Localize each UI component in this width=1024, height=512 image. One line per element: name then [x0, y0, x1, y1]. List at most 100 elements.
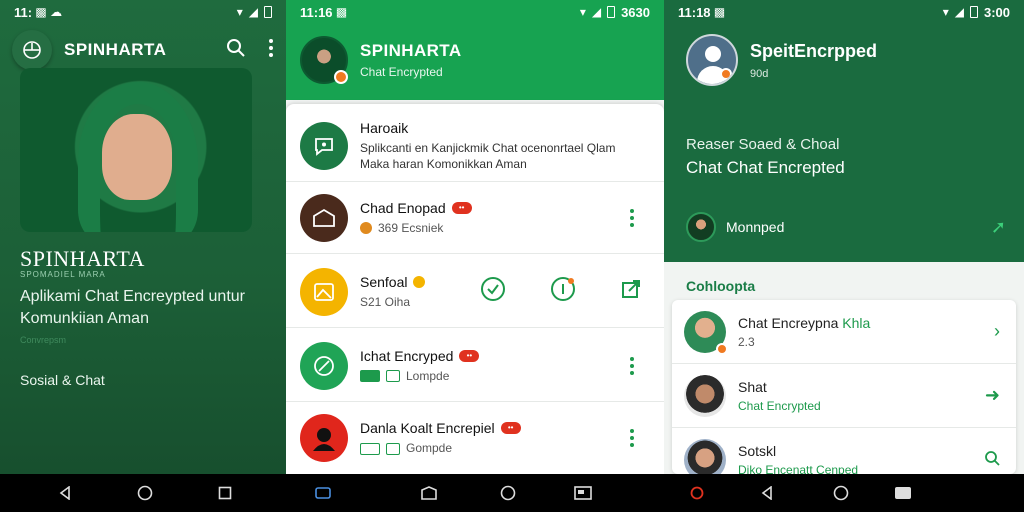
- doc-icon: [386, 442, 400, 455]
- profile-title: SpeitEncrpped: [750, 40, 878, 61]
- recents-icon[interactable]: [894, 484, 912, 502]
- chat-row[interactable]: Senfoal S21 Oiha: [286, 256, 664, 328]
- contact-name: Shat: [738, 378, 767, 395]
- chat-meta: S21 Oiha: [360, 294, 411, 309]
- more-options-icon[interactable]: [620, 429, 644, 447]
- home-icon[interactable]: [136, 484, 154, 502]
- wifi-icon: ▾: [942, 5, 949, 19]
- chevron-right-icon[interactable]: ›: [994, 321, 1000, 342]
- profile-info-line2: Chat Chat Encrepted: [686, 158, 845, 177]
- chat-meta: Lompde: [406, 368, 450, 383]
- search-icon[interactable]: [984, 450, 1000, 471]
- app-shortcut-icon[interactable]: [688, 484, 706, 502]
- app-bar: SPINHARTA: [12, 30, 274, 70]
- recents-icon[interactable]: [216, 484, 234, 502]
- more-options-icon[interactable]: [620, 208, 644, 227]
- online-indicator: [334, 70, 348, 84]
- chat-row[interactable]: Chad Enopad •• 369 Ecsniek: [286, 182, 664, 254]
- chat-bubble-icon: [315, 137, 333, 156]
- back-icon[interactable]: [56, 484, 74, 502]
- more-options-icon[interactable]: [620, 356, 644, 375]
- chat-list-screen: 11:16 ▩ ▾ ◢ 3630 SPINHARTA Chat Encrypte…: [286, 0, 664, 474]
- home-icon[interactable]: [499, 484, 517, 502]
- more-options-icon[interactable]: [268, 38, 274, 63]
- battery-icon: [969, 6, 978, 18]
- battery-icon: [264, 6, 272, 18]
- contact-avatar: [684, 374, 726, 417]
- contact-list-item[interactable]: Chat Encreypna Khla 2.3 ›: [672, 300, 1016, 364]
- status-time: 11:18: [678, 4, 711, 20]
- status-bar: 11:16 ▩ ▾ ◢ 3630: [286, 0, 664, 24]
- media-icon[interactable]: [420, 484, 438, 502]
- contact-avatar: [684, 439, 726, 474]
- profile-avatar[interactable]: [300, 36, 348, 84]
- wifi-icon: ▾: [579, 5, 586, 19]
- chat-avatar: [300, 341, 348, 390]
- status-right-text: 3:00: [983, 4, 1010, 20]
- app-shortcut-icon[interactable]: [314, 484, 332, 502]
- chat-row[interactable]: Haroaik Splikcanti en Kanjickmik Chat oc…: [286, 110, 664, 182]
- unread-badge: ••: [459, 349, 480, 362]
- user-avatar-icon[interactable]: [686, 34, 738, 86]
- contact-name: Chat Encreypna: [738, 314, 839, 331]
- chat-name: Chad Enopad: [360, 199, 446, 216]
- status-dot-icon: [360, 222, 372, 234]
- chat-list: Haroaik Splikcanti en Kanjickmik Chat oc…: [286, 104, 664, 474]
- chat-avatar: [300, 193, 348, 242]
- header-subtitle: Chat Encrypted: [360, 65, 443, 79]
- unread-badge: ••: [500, 422, 521, 434]
- notification-icon: ▩: [710, 5, 726, 19]
- leaf-icon: [314, 355, 334, 376]
- contact-name-highlight: Khla: [842, 314, 871, 331]
- open-arrow-icon[interactable]: ➚: [991, 217, 1006, 238]
- chat-list-header: 11:16 ▩ ▾ ◢ 3630 SPINHARTA Chat Encrypte…: [286, 0, 664, 100]
- chat-name: Haroaik: [360, 119, 409, 136]
- brand-name: SPINHARTA: [20, 246, 145, 271]
- arrow-right-icon[interactable]: ➜: [985, 385, 1000, 406]
- chat-preview-line2: Maka haran Komonikkan Aman: [360, 156, 527, 171]
- chat-name: Senfoal: [360, 273, 408, 290]
- contact-row[interactable]: Monnped ➚: [686, 212, 1006, 242]
- chat-avatar: [300, 121, 348, 170]
- back-icon[interactable]: [758, 484, 776, 502]
- chat-row[interactable]: Ichat Encryped •• Lompde: [286, 330, 664, 402]
- share-icon[interactable]: [620, 278, 642, 305]
- status-time: 11:: [14, 4, 33, 20]
- doc-icon: [386, 370, 400, 382]
- profile-info-line1: Reaser Soaed & Choal: [686, 136, 840, 153]
- search-icon[interactable]: [226, 38, 246, 63]
- profile-subtitle: 90d: [750, 67, 769, 80]
- profile-screen: 11:18 ▩ ▾ ◢ 3:00 SpeitEncrpped 90d Rease…: [664, 0, 1024, 474]
- contact-avatar: [686, 212, 716, 242]
- notification-icon: ▩ ☁: [32, 5, 63, 19]
- brand-subtitle: SPOMADIEL MARA: [20, 270, 106, 279]
- faint-caption: Convrepsm: [20, 335, 67, 345]
- splash-screen: 11: ▩ ☁ ▾ ◢ SPINHARTA SPINHARTA SPOMADIE…: [0, 0, 286, 474]
- app-logo-icon[interactable]: [12, 30, 52, 70]
- contact-list-item[interactable]: Sotskl Diko Encenatt Cenped: [672, 428, 1016, 474]
- system-nav-bar: [0, 474, 1024, 512]
- status-bar: 11: ▩ ☁ ▾ ◢: [0, 0, 286, 24]
- section-title: Cohloopta: [686, 278, 756, 294]
- app-tagline: Aplikami Chat Encreypted untur Komunkiia…: [20, 288, 245, 327]
- contact-list-item[interactable]: Shat Chat Encrypted ➜: [672, 364, 1016, 428]
- info-circle-icon[interactable]: [550, 276, 576, 307]
- person-silhouette-icon: [313, 428, 335, 451]
- link-icon: [360, 370, 380, 382]
- home-icon[interactable]: [832, 484, 850, 502]
- profile-header: 11:18 ▩ ▾ ◢ 3:00 SpeitEncrpped 90d Rease…: [664, 0, 1024, 262]
- chat-row[interactable]: Danla Koalt Encrepiel •• Gompde: [286, 402, 664, 474]
- contact-sub: Chat Encrypted: [738, 398, 821, 413]
- online-indicator: [716, 342, 728, 355]
- chat-name: Danla Koalt Encrepiel: [360, 420, 495, 436]
- battery-icon: [607, 6, 616, 18]
- app-title: SPINHARTA: [64, 40, 167, 59]
- chat-avatar: [300, 414, 348, 462]
- media-icon: [360, 442, 380, 455]
- status-bar: 11:18 ▩ ▾ ◢ 3:00: [664, 0, 1024, 24]
- online-indicator: [720, 68, 732, 80]
- signal-icon: ◢: [591, 5, 602, 19]
- recents-icon[interactable]: [574, 484, 592, 502]
- contact-name: Sotskl: [738, 443, 777, 459]
- check-circle-icon[interactable]: [480, 276, 506, 307]
